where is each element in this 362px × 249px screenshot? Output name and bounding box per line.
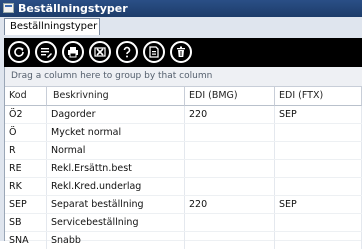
excel-export-icon [94, 47, 106, 57]
column-header-edi-bmg[interactable]: EDI (BMG) [185, 87, 275, 106]
table-row[interactable]: RK Rekl.Kred.underlag [5, 178, 362, 196]
refresh-icon [14, 47, 24, 57]
cell-kod: R [5, 142, 47, 159]
cell-edi-bmg: 220 [185, 196, 275, 213]
refresh-button[interactable] [8, 41, 30, 63]
cell-edi-ftx [275, 160, 362, 177]
cell-edi-ftx [275, 214, 362, 231]
toolbar [4, 38, 362, 67]
document-button[interactable] [143, 41, 165, 63]
window-title: Beställningstyper [18, 2, 128, 15]
cell-edi-ftx [275, 124, 362, 141]
column-header-beskrivning[interactable]: Beskrivning [47, 87, 185, 106]
cell-kod: SB [5, 214, 47, 231]
group-by-hint: Drag a column here to group by that colu… [11, 71, 213, 81]
cell-edi-bmg [185, 142, 275, 159]
cell-edi-ftx [275, 178, 362, 195]
cell-beskrivning: Mycket normal [47, 124, 185, 141]
cell-edi-bmg [185, 124, 275, 141]
cell-beskrivning: Servicebeställning [47, 214, 185, 231]
list-edit-icon [41, 48, 52, 58]
cell-edi-ftx: SEP [275, 106, 362, 123]
table-row[interactable]: SB Servicebeställning [5, 214, 362, 232]
table-row[interactable]: SEP Separat beställning 220 SEP [5, 196, 362, 214]
table-row[interactable]: R Normal [5, 142, 362, 160]
delete-button[interactable] [170, 41, 192, 63]
cell-beskrivning: Dagorder [47, 106, 185, 123]
cell-beskrivning: Separat beställning [47, 196, 185, 213]
table-row[interactable]: RE Rekl.Ersättn.best [5, 160, 362, 178]
print-icon [68, 47, 78, 58]
column-header-edi-ftx[interactable]: EDI (FTX) [275, 87, 362, 106]
column-header-kod[interactable]: Kod [5, 87, 47, 106]
document-icon [149, 46, 159, 58]
cell-edi-bmg [185, 214, 275, 231]
help-button[interactable] [116, 41, 138, 63]
excel-export-button[interactable] [89, 41, 111, 63]
cell-beskrivning: Rekl.Kred.underlag [47, 178, 185, 195]
cell-kod: SEP [5, 196, 47, 213]
app-window-icon [3, 3, 14, 13]
cell-edi-ftx [275, 142, 362, 159]
tab-bestallningstyper[interactable]: Beställningstyper [4, 18, 100, 35]
cell-beskrivning: Rekl.Ersättn.best [47, 160, 185, 177]
table-row[interactable]: Ö Mycket normal [5, 124, 362, 142]
table-row[interactable]: SNA Snabb [5, 232, 362, 249]
data-grid: Drag a column here to group by that colu… [4, 67, 362, 249]
cell-edi-bmg [185, 160, 275, 177]
print-button[interactable] [62, 41, 84, 63]
help-icon [123, 46, 131, 58]
cell-kod: RK [5, 178, 47, 195]
cell-edi-bmg: 220 [185, 106, 275, 123]
cell-kod: RE [5, 160, 47, 177]
window-titlebar[interactable]: Beställningstyper [0, 0, 362, 17]
cell-kod: Ö2 [5, 106, 47, 123]
list-edit-button[interactable] [35, 41, 57, 63]
cell-beskrivning: Normal [47, 142, 185, 159]
cell-kod: Ö [5, 124, 47, 141]
group-by-panel[interactable]: Drag a column here to group by that colu… [5, 67, 362, 87]
table-row[interactable]: Ö2 Dagorder 220 SEP [5, 106, 362, 124]
delete-icon [177, 46, 185, 57]
cell-edi-bmg [185, 178, 275, 195]
cell-edi-ftx: SEP [275, 196, 362, 213]
